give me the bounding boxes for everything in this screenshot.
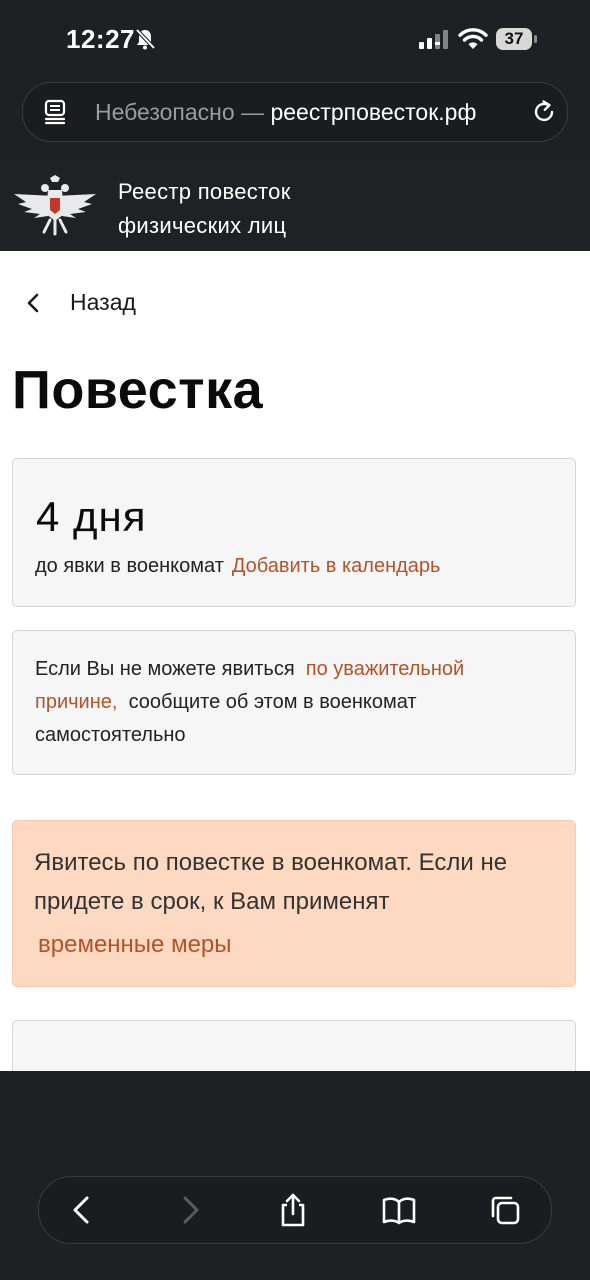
back-arrow-icon[interactable] [65, 1192, 101, 1228]
warning-message: Явитесь по повестке в военкомат. Если не… [34, 849, 508, 915]
bookmarks-icon[interactable] [381, 1192, 417, 1228]
reader-mode-icon[interactable] [43, 99, 67, 125]
bell-slash-icon [135, 28, 156, 50]
back-link[interactable]: Назад [20, 284, 170, 322]
days-caption: до явки в военкомат [35, 555, 224, 577]
browser-address-area: Небезопасно — реестрповесток.рф [0, 80, 590, 160]
url-domain: реестрповесток.рф [270, 99, 477, 125]
days-caption-row: до явки в военкомат Добавить в календарь [35, 555, 440, 578]
double-headed-eagle-emblem[interactable] [12, 174, 98, 236]
reload-icon[interactable] [531, 99, 557, 125]
page-content: Назад Повестка 4 дня до явки в военкомат… [0, 251, 590, 1071]
site-title-line-2: физических лиц [118, 213, 287, 238]
days-count: 4 дня [36, 493, 147, 540]
tabs-icon[interactable] [487, 1192, 523, 1228]
valid-reason-notice-card: Если Вы не можете явиться по уважительно… [12, 630, 576, 775]
site-title-line-1: Реестр повесток [118, 179, 291, 204]
site-header: Реестр повесток физических лиц [0, 160, 590, 251]
address-bar[interactable]: Небезопасно — реестрповесток.рф [22, 82, 568, 142]
browser-toolbar [38, 1176, 552, 1244]
status-time: 12:27 [66, 24, 135, 54]
wifi-icon [458, 28, 488, 49]
forward-arrow-icon[interactable] [171, 1192, 207, 1228]
battery-level: 37 [504, 29, 524, 48]
url-insecure-label: Небезопасно — [95, 99, 265, 125]
cellular-signal-icon [419, 30, 448, 49]
warning-text: Явитесь по повестке в военкомат. Если не… [34, 843, 564, 964]
share-icon[interactable] [275, 1192, 311, 1228]
temporary-measures-link[interactable]: временные меры [38, 925, 232, 964]
next-card [12, 1020, 576, 1071]
warning-card: Явитесь по повестке в военкомат. Если не… [12, 820, 576, 987]
add-to-calendar-link[interactable]: Добавить в календарь [232, 555, 441, 577]
site-title: Реестр повесток физических лиц [118, 175, 291, 243]
address-text[interactable]: Небезопасно — реестрповесток.рф [95, 99, 476, 126]
status-bar: 12:27 37 [0, 0, 590, 80]
chevron-left-icon [27, 293, 39, 313]
notice-text: Если Вы не можете явиться по уважительно… [35, 653, 555, 752]
back-label: Назад [70, 289, 136, 315]
battery-icon: 37 [496, 28, 538, 50]
days-remaining-card: 4 дня до явки в военкомат Добавить в кале… [12, 458, 576, 607]
notice-text-before: Если Вы не можете явиться [35, 658, 295, 680]
page-title: Повестка [12, 360, 264, 420]
browser-toolbar-area [0, 1071, 590, 1280]
